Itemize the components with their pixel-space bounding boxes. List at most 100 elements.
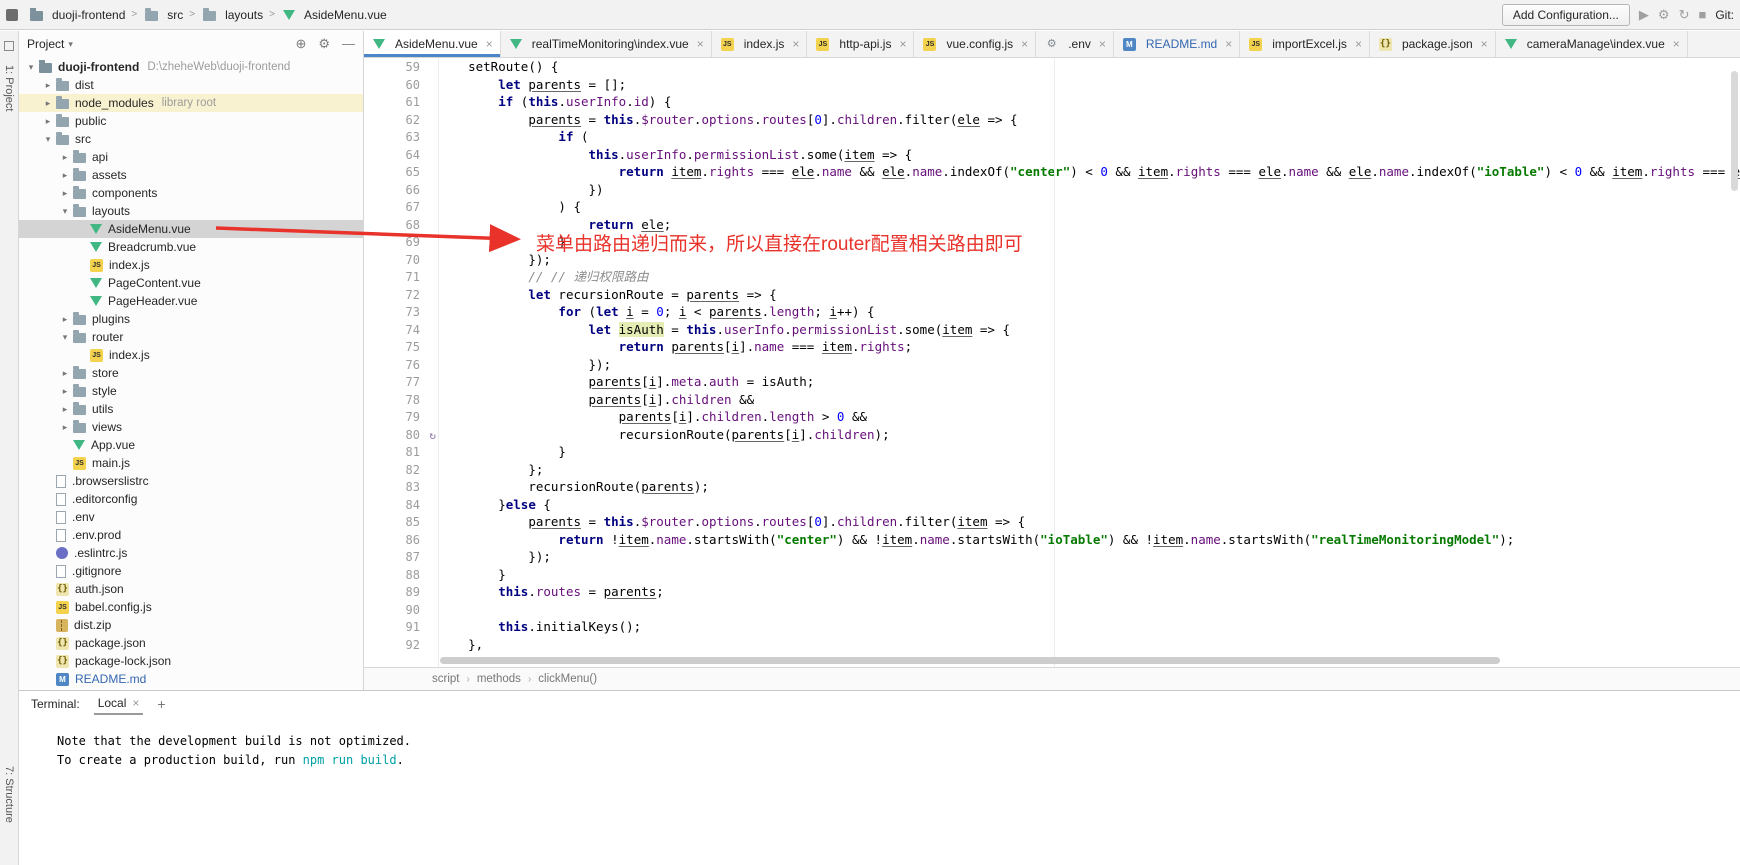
line-number[interactable]: 77 bbox=[364, 374, 438, 392]
tree-item[interactable]: {}package-lock.json bbox=[19, 652, 363, 670]
breadcrumb-item[interactable]: duoji-frontend bbox=[26, 8, 127, 22]
close-icon[interactable]: × bbox=[1021, 37, 1028, 51]
line-number[interactable]: 76 bbox=[364, 357, 438, 375]
editor-breadcrumb-item[interactable]: script bbox=[432, 673, 459, 685]
line-number[interactable]: 62 bbox=[364, 112, 438, 130]
tree-item[interactable]: ▾duoji-frontendD:\zheheWeb\duoji-fronten… bbox=[19, 58, 363, 76]
tree-item[interactable]: JSindex.js bbox=[19, 256, 363, 274]
code-line[interactable]: 66 }) bbox=[364, 181, 1740, 199]
tree-item[interactable]: ▸assets bbox=[19, 166, 363, 184]
line-number[interactable]: 84 bbox=[364, 497, 438, 515]
chevron-down-icon[interactable]: ▾ bbox=[68, 39, 73, 50]
line-number[interactable]: 88 bbox=[364, 567, 438, 585]
line-number[interactable]: 91 bbox=[364, 619, 438, 637]
editor-tab[interactable]: JShttp-api.js× bbox=[807, 31, 914, 57]
line-number[interactable]: 78 bbox=[364, 392, 438, 410]
line-number[interactable]: 85 bbox=[364, 514, 438, 532]
code-line[interactable]: 84 }else { bbox=[364, 496, 1740, 514]
app-icon[interactable] bbox=[6, 9, 18, 21]
line-number[interactable]: 90 bbox=[364, 602, 438, 620]
code-line[interactable]: 71 // // 递归权限路由 bbox=[364, 268, 1740, 286]
code-line[interactable]: 77 parents[i].meta.auth = isAuth; bbox=[364, 373, 1740, 391]
close-icon[interactable]: × bbox=[792, 37, 799, 51]
tree-item[interactable]: ▸api bbox=[19, 148, 363, 166]
tree-item[interactable]: ▸utils bbox=[19, 400, 363, 418]
chevron-icon[interactable]: ▸ bbox=[59, 368, 71, 379]
line-number[interactable]: 75 bbox=[364, 339, 438, 357]
tree-item[interactable]: .env bbox=[19, 508, 363, 526]
collapse-all-icon[interactable]: ― bbox=[342, 36, 355, 52]
line-number[interactable]: 89 bbox=[364, 584, 438, 602]
code-line[interactable]: 87 }); bbox=[364, 548, 1740, 566]
line-number[interactable]: 74 bbox=[364, 322, 438, 340]
new-terminal-icon[interactable]: + bbox=[157, 696, 165, 712]
tree-item[interactable]: ▾router bbox=[19, 328, 363, 346]
tree-item[interactable]: JSbabel.config.js bbox=[19, 598, 363, 616]
code-line[interactable]: 67 ) { bbox=[364, 198, 1740, 216]
line-number[interactable]: 80↻ bbox=[364, 427, 438, 445]
line-number[interactable]: 79 bbox=[364, 409, 438, 427]
line-number[interactable]: 82 bbox=[364, 462, 438, 480]
close-icon[interactable]: × bbox=[1673, 37, 1680, 51]
editor-tab[interactable]: JSindex.js× bbox=[712, 31, 808, 57]
editor-tab[interactable]: ⚙.env× bbox=[1036, 31, 1114, 57]
git-branch-label[interactable]: Git: bbox=[1715, 8, 1734, 22]
tree-item[interactable]: .gitignore bbox=[19, 562, 363, 580]
chevron-icon[interactable]: ▸ bbox=[59, 152, 71, 163]
project-view-selector[interactable]: Project bbox=[27, 37, 64, 51]
gear-icon[interactable]: ⚙ bbox=[318, 36, 330, 52]
tree-item[interactable]: ▸views bbox=[19, 418, 363, 436]
project-tree[interactable]: ▾duoji-frontendD:\zheheWeb\duoji-fronten… bbox=[19, 58, 363, 690]
chevron-icon[interactable]: ▸ bbox=[59, 314, 71, 325]
project-tool-button[interactable]: 1: Project bbox=[3, 65, 15, 111]
chevron-icon[interactable]: ▸ bbox=[42, 98, 54, 109]
tree-item[interactable]: PageContent.vue bbox=[19, 274, 363, 292]
code-line[interactable]: 81 } bbox=[364, 443, 1740, 461]
chevron-icon[interactable]: ▸ bbox=[42, 116, 54, 127]
tree-item[interactable]: ▾layouts bbox=[19, 202, 363, 220]
line-number[interactable]: 70 bbox=[364, 252, 438, 270]
tree-item[interactable]: ▸plugins bbox=[19, 310, 363, 328]
code-line[interactable]: 85 parents = this.$router.options.routes… bbox=[364, 513, 1740, 531]
tree-item[interactable]: .browserslistrc bbox=[19, 472, 363, 490]
line-number[interactable]: 81 bbox=[364, 444, 438, 462]
chevron-icon[interactable]: ▾ bbox=[42, 134, 54, 145]
locate-file-icon[interactable]: ⊕ bbox=[295, 36, 306, 52]
close-icon[interactable]: × bbox=[899, 37, 906, 51]
line-number[interactable]: 87 bbox=[364, 549, 438, 567]
close-icon[interactable]: × bbox=[132, 696, 139, 710]
code-line[interactable]: 92 }, bbox=[364, 636, 1740, 654]
close-icon[interactable]: × bbox=[1355, 37, 1362, 51]
code-line[interactable]: 80↻ recursionRoute(parents[i].children); bbox=[364, 426, 1740, 444]
code-line[interactable]: 90 bbox=[364, 601, 1740, 619]
code-line[interactable]: 75 return parents[i].name === item.right… bbox=[364, 338, 1740, 356]
editor-tab[interactable]: JSimportExcel.js× bbox=[1240, 31, 1370, 57]
chevron-icon[interactable]: ▸ bbox=[59, 170, 71, 181]
line-number[interactable]: 63 bbox=[364, 129, 438, 147]
editor-tab[interactable]: JSvue.config.js× bbox=[914, 31, 1036, 57]
tree-item[interactable]: .eslintrc.js bbox=[19, 544, 363, 562]
add-configuration-button[interactable]: Add Configuration... bbox=[1502, 4, 1630, 26]
tree-item[interactable]: App.vue bbox=[19, 436, 363, 454]
code-line[interactable]: 79 parents[i].children.length > 0 && bbox=[364, 408, 1740, 426]
code-line[interactable]: 73 for (let i = 0; i < parents.length; i… bbox=[364, 303, 1740, 321]
breadcrumb-item[interactable]: src bbox=[141, 8, 185, 22]
code-line[interactable]: 64 this.userInfo.permissionList.some(ite… bbox=[364, 146, 1740, 164]
code-line[interactable]: 86 return !item.name.startsWith("center"… bbox=[364, 531, 1740, 549]
line-number[interactable]: 67 bbox=[364, 199, 438, 217]
code-line[interactable]: 72 let recursionRoute = parents => { bbox=[364, 286, 1740, 304]
breadcrumb-item[interactable]: AsideMenu.vue bbox=[279, 8, 389, 22]
line-number[interactable]: 68 bbox=[364, 217, 438, 235]
refresh-icon[interactable]: ↻ bbox=[1679, 8, 1690, 21]
tree-item[interactable]: .env.prod bbox=[19, 526, 363, 544]
line-number[interactable]: 83 bbox=[364, 479, 438, 497]
tree-item[interactable]: ▸node_moduleslibrary root bbox=[19, 94, 363, 112]
line-number[interactable]: 60 bbox=[364, 77, 438, 95]
tree-item[interactable]: MREADME.md bbox=[19, 670, 363, 688]
code-line[interactable]: 59 setRoute() { bbox=[364, 58, 1740, 76]
close-icon[interactable]: × bbox=[1099, 37, 1106, 51]
line-number[interactable]: 92 bbox=[364, 637, 438, 655]
code-line[interactable]: 63 if ( bbox=[364, 128, 1740, 146]
tree-item[interactable]: {}package.json bbox=[19, 634, 363, 652]
tree-item[interactable]: ▸dist bbox=[19, 76, 363, 94]
